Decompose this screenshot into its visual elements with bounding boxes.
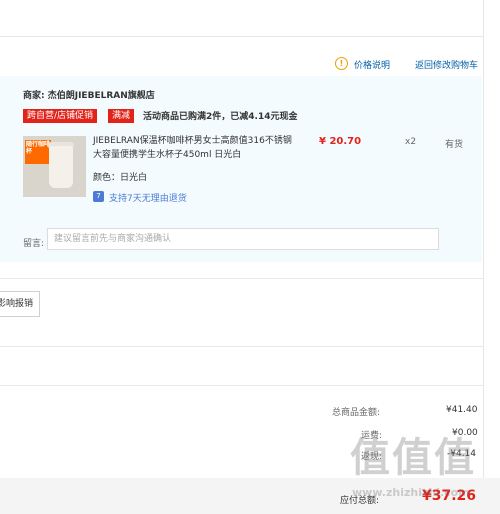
- top-divider: [0, 36, 483, 37]
- right-divider: [483, 0, 484, 478]
- cup-shape: [49, 146, 73, 188]
- section-divider: [0, 385, 483, 386]
- warning-circle-icon: !: [335, 57, 348, 70]
- promo-tag-discount: 满减: [108, 109, 135, 123]
- back-to-cart-link[interactable]: 返回修改购物车: [415, 58, 478, 71]
- section-divider: [0, 346, 483, 347]
- watermark-logo: 值值值: [350, 435, 476, 481]
- return-policy-text[interactable]: 支持7天无理由退货: [109, 191, 187, 204]
- product-color: 颜色：日光白: [93, 173, 148, 183]
- return-7day-icon: 7: [93, 191, 104, 202]
- price-note-link[interactable]: 价格说明: [354, 58, 390, 71]
- merchant-name[interactable]: 商家: 杰伯朗JIEBELRAN旗舰店: [23, 88, 155, 101]
- total-goods-label: 总商品金额:: [332, 408, 381, 418]
- note-input[interactable]: [47, 228, 439, 250]
- promo-tag-store: 跨自营/店铺促销: [23, 109, 98, 123]
- total-goods-value: ¥41.40: [446, 405, 478, 415]
- product-quantity: x2: [405, 137, 417, 147]
- stock-status: 有货: [445, 140, 464, 150]
- section-divider: [0, 278, 483, 279]
- note-label: 留言:: [23, 239, 45, 249]
- product-price: ¥ 20.70: [319, 136, 362, 147]
- product-thumbnail[interactable]: 随行咖啡杯: [23, 136, 86, 197]
- promo-text: 活动商品已购满2件，已减4.14元现金: [143, 112, 298, 122]
- watermark-site: www.zhizhizhi.com: [352, 486, 470, 499]
- product-title[interactable]: JIEBELRAN保温杯咖啡杯男女士高颜值316不锈钢大容量便携学生水杯子450…: [93, 134, 293, 162]
- invoice-button[interactable]: 影响报销: [0, 291, 41, 317]
